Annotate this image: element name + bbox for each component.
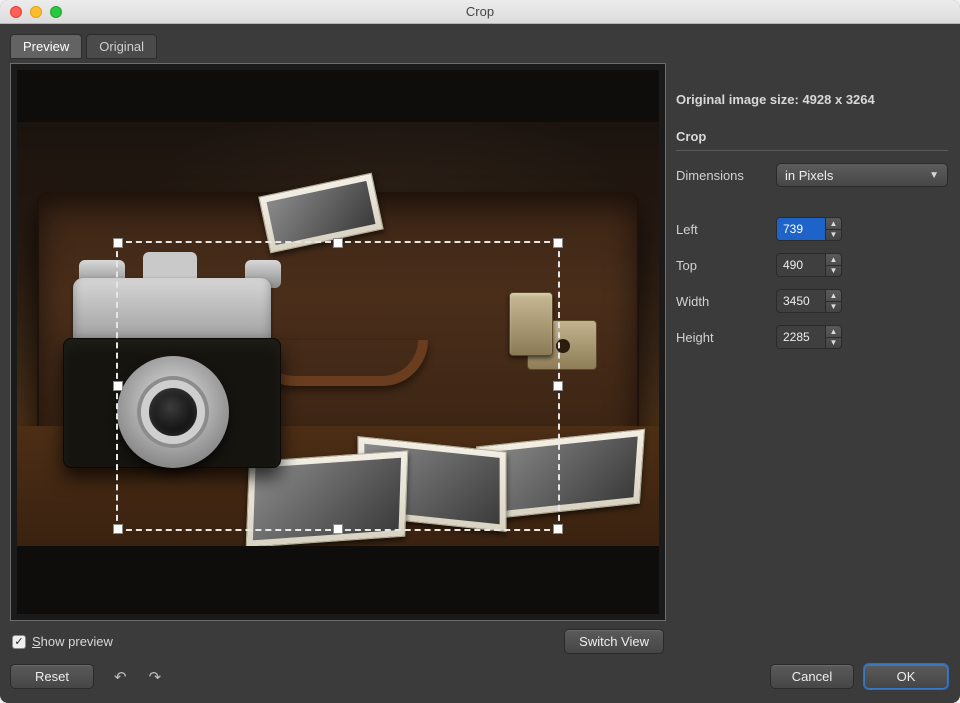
preview-canvas-inner — [17, 70, 659, 614]
switch-view-button[interactable]: Switch View — [564, 629, 664, 654]
chevron-down-icon: ▼ — [929, 170, 939, 181]
height-label: Height — [676, 330, 776, 345]
cancel-button[interactable]: Cancel — [770, 664, 854, 689]
show-preview-label: Show preview — [32, 634, 113, 649]
top-stepper[interactable]: ▲ ▼ — [825, 254, 841, 276]
dimensions-value: in Pixels — [785, 168, 833, 183]
tab-preview[interactable]: Preview — [10, 34, 82, 59]
crop-handle-e[interactable] — [553, 381, 563, 391]
tab-original[interactable]: Original — [86, 34, 157, 59]
caret-down-icon[interactable]: ▼ — [826, 230, 841, 241]
width-stepper[interactable]: ▲ ▼ — [825, 290, 841, 312]
ok-button[interactable]: OK — [864, 664, 948, 689]
original-size-info: Original image size: 4928 x 3264 — [676, 92, 948, 107]
show-preview-checkbox[interactable]: ✓ Show preview — [12, 634, 113, 649]
crop-handle-se[interactable] — [553, 524, 563, 534]
crop-handle-w[interactable] — [113, 381, 123, 391]
top-label: Top — [676, 258, 776, 273]
left-value[interactable]: 739 — [777, 218, 825, 240]
window-title: Crop — [0, 4, 960, 19]
height-value[interactable]: 2285 — [777, 326, 825, 348]
check-icon: ✓ — [12, 635, 26, 649]
crop-handle-nw[interactable] — [113, 238, 123, 248]
width-spinbox[interactable]: 3450 ▲ ▼ — [776, 289, 842, 313]
crop-handle-s[interactable] — [333, 524, 343, 534]
settings-panel: Original image size: 4928 x 3264 Crop Di… — [676, 34, 948, 660]
crop-handle-n[interactable] — [333, 238, 343, 248]
left-label: Left — [676, 222, 776, 237]
width-label: Width — [676, 294, 776, 309]
caret-down-icon[interactable]: ▼ — [826, 338, 841, 349]
crop-handle-ne[interactable] — [553, 238, 563, 248]
height-stepper[interactable]: ▲ ▼ — [825, 326, 841, 348]
titlebar: Crop — [0, 0, 960, 24]
preview-image — [17, 122, 659, 546]
preview-canvas[interactable] — [10, 63, 666, 621]
redo-arrow-icon[interactable]: ↷ — [149, 668, 162, 686]
left-spinbox[interactable]: 739 ▲ ▼ — [776, 217, 842, 241]
caret-down-icon[interactable]: ▼ — [826, 302, 841, 313]
top-value[interactable]: 490 — [777, 254, 825, 276]
dimensions-dropdown[interactable]: in Pixels ▼ — [776, 163, 948, 187]
height-spinbox[interactable]: 2285 ▲ ▼ — [776, 325, 842, 349]
caret-up-icon[interactable]: ▲ — [826, 218, 841, 230]
caret-down-icon[interactable]: ▼ — [826, 266, 841, 277]
crop-handle-sw[interactable] — [113, 524, 123, 534]
caret-up-icon[interactable]: ▲ — [826, 326, 841, 338]
top-spinbox[interactable]: 490 ▲ ▼ — [776, 253, 842, 277]
dimensions-label: Dimensions — [676, 168, 776, 183]
crop-dialog: Crop Preview Original — [0, 0, 960, 703]
undo-arrow-icon[interactable]: ↶ — [114, 668, 127, 686]
view-tabs: Preview Original — [10, 34, 666, 59]
left-stepper[interactable]: ▲ ▼ — [825, 218, 841, 240]
reset-button[interactable]: Reset — [10, 664, 94, 689]
caret-up-icon[interactable]: ▲ — [826, 254, 841, 266]
width-value[interactable]: 3450 — [777, 290, 825, 312]
caret-up-icon[interactable]: ▲ — [826, 290, 841, 302]
crop-marquee[interactable] — [116, 241, 560, 531]
crop-section-title: Crop — [676, 129, 948, 151]
